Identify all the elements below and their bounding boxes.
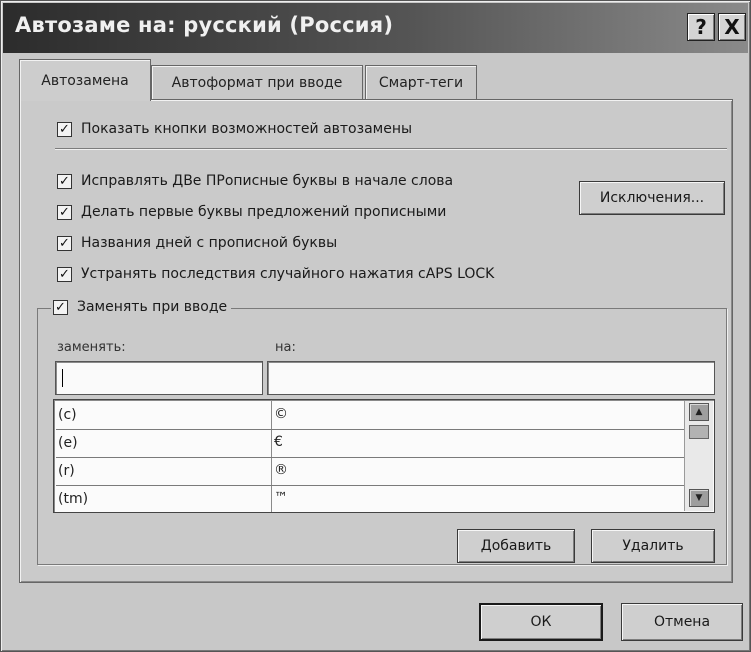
dialog-title: Автозаме на: русский (Россия): [15, 13, 394, 37]
list-item-replace: (tm): [58, 491, 89, 507]
caps-lock-label: Устранять последствия случайного нажатия…: [81, 266, 495, 282]
two-caps-label: Исправлять ДВе ПРописные буквы в начале …: [81, 173, 454, 189]
list-item-with: €: [274, 434, 283, 450]
day-names-checkbox[interactable]: ✓: [57, 235, 72, 251]
option-sentence-caps[interactable]: ✓ Делать первые буквы предложений пропис…: [57, 204, 446, 220]
cancel-button[interactable]: Отмена: [621, 603, 743, 641]
exceptions-button[interactable]: Исключения...: [579, 181, 725, 215]
replace-column-label: заменять:: [57, 340, 126, 355]
tab-autoformat-label: Автоформат при вводе: [171, 74, 343, 91]
scroll-thumb[interactable]: [689, 425, 709, 439]
close-button[interactable]: X: [718, 13, 746, 41]
title-bar[interactable]: Автозаме на: русский (Россия) ? X: [3, 3, 748, 53]
add-button-label: Добавить: [480, 538, 552, 554]
option-show-buttons[interactable]: ✓ Показать кнопки возможностей автозамен…: [57, 121, 412, 137]
list-row[interactable]: (tm) ™: [56, 486, 686, 512]
cancel-button-label: Отмена: [653, 614, 711, 630]
option-two-caps[interactable]: ✓ Исправлять ДВе ПРописные буквы в начал…: [57, 173, 453, 189]
replace-as-type-label: Заменять при вводе: [77, 299, 228, 315]
add-button[interactable]: Добавить: [457, 529, 575, 563]
two-caps-checkbox[interactable]: ✓: [57, 173, 72, 189]
day-names-label: Названия дней с прописной буквы: [81, 235, 338, 251]
list-scrollbar[interactable]: ▲ ▼: [684, 401, 713, 511]
delete-button-label: Удалить: [622, 538, 684, 554]
close-icon: X: [724, 15, 740, 39]
ok-button[interactable]: ОК: [479, 603, 603, 641]
tab-autocorrect[interactable]: Автозамена: [19, 59, 151, 101]
tab-smart-tags-label: Смарт-теги: [378, 74, 464, 91]
delete-button[interactable]: Удалить: [591, 529, 715, 563]
list-row[interactable]: (e) €: [56, 430, 686, 458]
sentence-caps-checkbox[interactable]: ✓: [57, 204, 72, 220]
replacements-list[interactable]: (c) © (e) € (r) ® (tm) ™ ▲ ▼: [53, 399, 715, 513]
autocorrect-dialog: Автозаме на: русский (Россия) ? X Автоза…: [0, 0, 751, 652]
scroll-up-icon: ▲: [695, 407, 703, 417]
list-item-replace: (e): [58, 435, 78, 451]
tab-autoformat[interactable]: Автоформат при вводе: [151, 65, 363, 99]
list-item-with: ®: [274, 462, 288, 478]
tab-autocorrect-label: Автозамена: [41, 72, 129, 89]
list-item-replace: (r): [58, 463, 75, 479]
replace-input[interactable]: [55, 361, 263, 395]
scroll-down-button[interactable]: ▼: [689, 489, 709, 507]
sentence-caps-label: Делать первые буквы предложений прописны…: [81, 204, 447, 220]
option-caps-lock[interactable]: ✓ Устранять последствия случайного нажат…: [57, 266, 494, 282]
tab-smart-tags[interactable]: Смарт-теги: [365, 65, 477, 99]
option-day-names[interactable]: ✓ Названия дней с прописной буквы: [57, 235, 337, 251]
list-item-replace: (c): [58, 407, 77, 423]
option-replace-as-type[interactable]: ✓ Заменять при вводе: [51, 299, 232, 315]
list-item-with: ™: [274, 490, 288, 506]
with-input[interactable]: [267, 361, 715, 395]
separator: [55, 148, 727, 150]
text-caret: [62, 369, 63, 387]
ok-button-label: ОК: [530, 614, 552, 630]
caps-lock-checkbox[interactable]: ✓: [57, 266, 72, 282]
list-row[interactable]: (c) ©: [56, 402, 686, 430]
with-column-label: на:: [275, 340, 296, 355]
replace-as-type-checkbox[interactable]: ✓: [53, 299, 68, 315]
list-row[interactable]: (r) ®: [56, 458, 686, 486]
scroll-down-icon: ▼: [695, 493, 703, 503]
list-item-with: ©: [274, 406, 288, 422]
show-buttons-checkbox[interactable]: ✓: [57, 121, 72, 137]
show-buttons-label: Показать кнопки возможностей автозамены: [81, 121, 413, 137]
help-icon: ?: [695, 15, 707, 39]
exceptions-button-label: Исключения...: [599, 190, 705, 206]
scroll-up-button[interactable]: ▲: [689, 403, 709, 421]
help-button[interactable]: ?: [687, 13, 715, 41]
